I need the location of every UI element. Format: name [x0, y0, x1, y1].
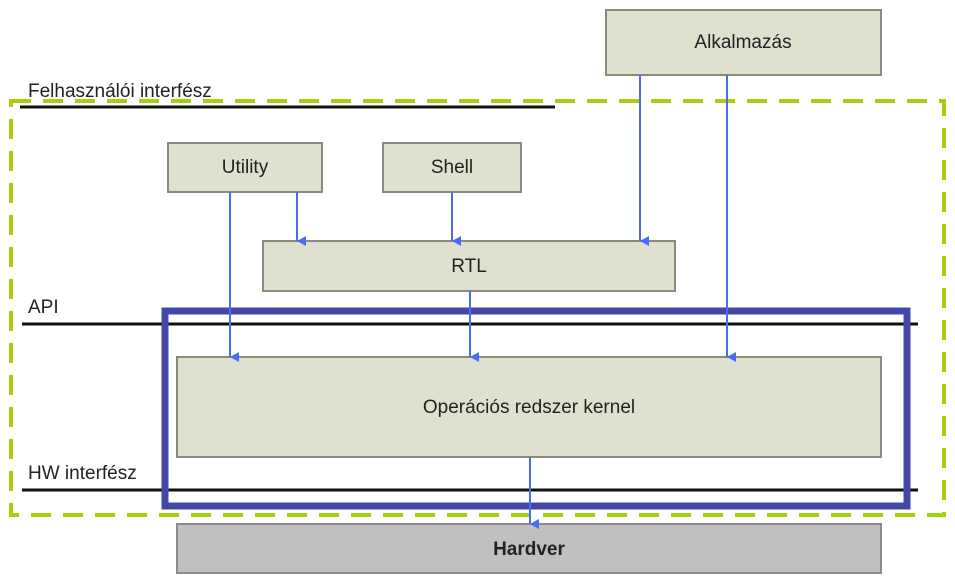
shell-box: Shell: [382, 142, 522, 193]
kernel-box: Operációs redszer kernel: [176, 356, 882, 458]
utility-box: Utility: [167, 142, 323, 193]
api-label: API: [28, 297, 59, 318]
rtl-box: RTL: [262, 240, 676, 292]
application-box: Alkalmazás: [605, 9, 882, 76]
hardware-box: Hardver: [176, 523, 882, 574]
rtl-label: RTL: [451, 256, 487, 277]
application-label: Alkalmazás: [694, 32, 791, 53]
hw-interface-label: HW interfész: [28, 463, 137, 484]
kernel-label: Operációs redszer kernel: [423, 397, 635, 418]
shell-label: Shell: [431, 157, 473, 178]
user-interface-label: Felhasználói interfész: [28, 81, 212, 102]
utility-label: Utility: [222, 157, 269, 178]
hardware-label: Hardver: [493, 539, 565, 560]
os-architecture-diagram: Felhasználói interfész API HW interfész …: [9, 9, 946, 574]
